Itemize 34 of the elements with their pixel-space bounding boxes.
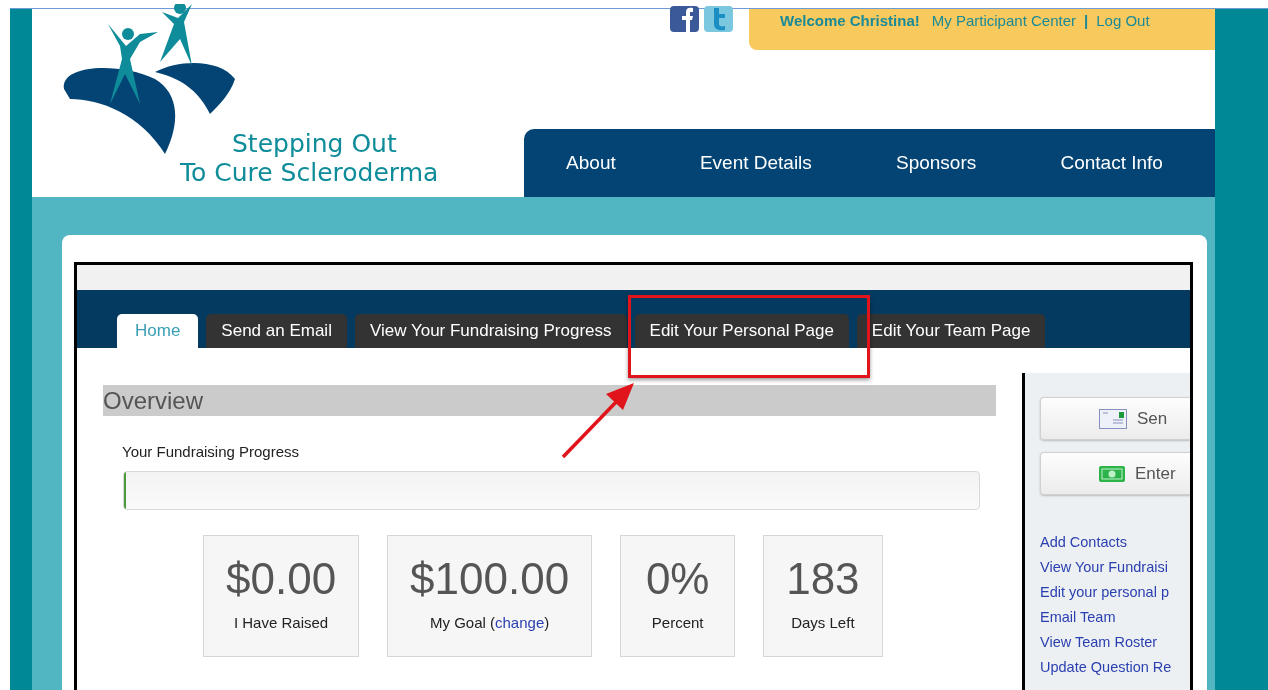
money-icon <box>1099 465 1125 482</box>
stat-value: $100.00 <box>410 554 570 604</box>
change-link[interactable]: change <box>495 614 545 631</box>
logo-text: To Cure Scleroderma <box>180 158 439 187</box>
action-button[interactable]: Sen <box>1040 397 1190 440</box>
stat-label: My Goal (change) <box>430 614 550 631</box>
action-button[interactable]: Enter <box>1040 452 1190 495</box>
nav-link[interactable]: Contact Info <box>1060 152 1163 174</box>
welcome-text: Welcome Christina! <box>780 12 920 29</box>
sidebar-link[interactable]: Add Contacts <box>1040 534 1190 550</box>
tab[interactable]: Edit Your Team Page <box>856 314 1046 348</box>
tab[interactable]: Edit Your Personal Page <box>634 314 849 348</box>
sidebar-link[interactable]: View Your Fundraisi <box>1040 559 1190 575</box>
sidebar-link[interactable]: Edit your personal p <box>1040 584 1190 600</box>
tab[interactable]: Send an Email <box>206 314 347 348</box>
tab[interactable]: View Your Fundraising Progress <box>354 314 627 348</box>
nav-link[interactable]: Event Details <box>699 152 812 174</box>
stat-label: Days Left <box>791 614 855 631</box>
stat-value: 0% <box>645 554 710 604</box>
stat-value: 183 <box>786 554 860 604</box>
envelope-icon <box>1099 408 1127 429</box>
separator: | <box>1084 12 1089 29</box>
sidebar-link[interactable]: View Team Roster <box>1040 634 1190 650</box>
facebook-icon[interactable] <box>670 6 699 32</box>
nav-link[interactable]: About <box>566 152 616 174</box>
progress-label: Your Fundraising Progress <box>122 443 301 460</box>
sidebar-link[interactable]: Update Question Re <box>1040 659 1190 675</box>
section-heading: Overview <box>103 385 996 416</box>
stat-value: $0.00 <box>226 554 337 604</box>
stat-label: I Have Raised <box>233 614 329 631</box>
sidebar-link[interactable]: Email Team <box>1040 609 1190 625</box>
logo-text: Stepping Out <box>232 129 398 158</box>
stat-label: Percent <box>651 614 704 631</box>
nav-link[interactable]: Sponsors <box>896 152 977 174</box>
